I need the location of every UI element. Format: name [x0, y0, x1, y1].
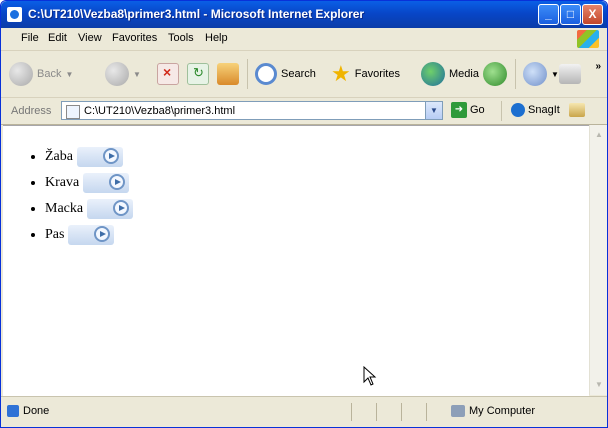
refresh-button[interactable]: ↻	[187, 59, 209, 89]
menu-favorites[interactable]: Favorites	[112, 32, 157, 44]
menu-edit[interactable]: Edit	[48, 32, 67, 44]
status-panel	[426, 403, 451, 421]
sound-player[interactable]	[83, 172, 130, 193]
forward-arrow-icon	[105, 62, 129, 86]
search-label: Search	[281, 68, 316, 80]
maximize-button[interactable]: □	[560, 4, 581, 25]
menu-tools[interactable]: Tools	[168, 32, 194, 44]
snagit-window-icon[interactable]	[569, 103, 585, 117]
address-bar: Address C:\UT210\Vezba8\primer3.html ▼ ➜…	[1, 98, 607, 125]
scroll-up-icon[interactable]: ▲	[592, 128, 606, 142]
snagit-button[interactable]: SnagIt	[511, 103, 560, 117]
go-label: Go	[470, 104, 485, 116]
scroll-down-icon[interactable]: ▼	[592, 378, 606, 392]
menu-view[interactable]: View	[78, 32, 102, 44]
menu-help[interactable]: Help	[205, 32, 228, 44]
stop-icon: ×	[157, 63, 179, 85]
toolbar-separator	[247, 59, 248, 89]
list-item: Macka	[45, 196, 134, 222]
search-icon	[255, 63, 277, 85]
item-label: Macka	[45, 201, 84, 216]
stop-button[interactable]: ×	[157, 59, 179, 89]
mail-icon	[523, 62, 547, 86]
back-arrow-icon	[9, 62, 33, 86]
home-button[interactable]	[217, 59, 239, 89]
menu-bar: File Edit View Favorites Tools Help	[1, 28, 607, 51]
zone-text: My Computer	[469, 405, 536, 417]
favorites-button[interactable]: ★ Favorites	[331, 59, 400, 89]
windows-logo-icon	[577, 30, 599, 48]
minimize-button[interactable]: _	[538, 4, 559, 25]
search-button[interactable]: Search	[255, 59, 316, 89]
sound-player[interactable]	[68, 224, 115, 245]
item-label: Krava	[45, 175, 80, 190]
go-arrow-icon: ➜	[451, 102, 467, 118]
menu-file[interactable]: File	[21, 32, 39, 44]
status-panels	[351, 403, 451, 421]
animal-list: Žaba Krava Macka Pas	[31, 144, 134, 248]
title-bar[interactable]: C:\UT210\Vezba8\primer3.html - Microsoft…	[1, 1, 607, 28]
back-dropdown-icon[interactable]: ▼	[65, 70, 73, 79]
status-left: Done	[7, 405, 49, 417]
sound-player[interactable]	[87, 198, 134, 219]
home-icon	[217, 63, 239, 85]
address-input[interactable]: C:\UT210\Vezba8\primer3.html ▼	[61, 101, 443, 120]
mail-dropdown-icon[interactable]: ▼	[551, 70, 559, 79]
status-panel	[401, 403, 426, 421]
play-icon[interactable]	[94, 225, 111, 242]
status-panel	[351, 403, 376, 421]
zone-indicator: My Computer	[451, 405, 535, 417]
list-item: Žaba	[45, 144, 133, 170]
favorites-star-icon: ★	[331, 61, 351, 86]
mouse-cursor-icon	[363, 366, 377, 386]
go-button[interactable]: ➜ Go	[451, 102, 485, 118]
vertical-scrollbar[interactable]: ▲ ▼	[589, 125, 607, 395]
media-label: Media	[449, 68, 479, 80]
standard-toolbar: Back ▼ ▼ × ↻ Search ★ Favorites Media ▼ …	[1, 51, 607, 98]
snagit-icon	[511, 103, 525, 117]
status-text: Done	[23, 405, 50, 417]
status-panel	[376, 403, 401, 421]
back-button[interactable]: Back ▼	[9, 59, 73, 89]
favorites-label: Favorites	[354, 68, 400, 80]
forward-dropdown-icon[interactable]: ▼	[133, 70, 141, 79]
refresh-icon: ↻	[187, 63, 209, 85]
window-title: C:\UT210\Vezba8\primer3.html - Microsoft…	[28, 7, 365, 21]
toolbar-chevron-icon[interactable]: »	[595, 61, 601, 72]
page-icon	[66, 105, 80, 119]
address-separator	[501, 101, 502, 121]
play-icon[interactable]	[113, 199, 130, 216]
item-label: Pas	[45, 227, 65, 242]
ie-page-icon	[7, 7, 22, 22]
print-icon	[559, 64, 581, 84]
page-content: Žaba Krava Macka Pas	[3, 125, 589, 396]
toolbar-separator	[515, 59, 516, 89]
address-url: C:\UT210\Vezba8\primer3.html	[84, 105, 236, 117]
media-button[interactable]: Media	[421, 59, 479, 89]
address-label: Address	[11, 105, 52, 117]
list-item: Krava	[45, 170, 133, 196]
address-dropdown-icon[interactable]: ▼	[425, 102, 442, 119]
history-button[interactable]	[483, 59, 507, 89]
forward-button[interactable]: ▼	[105, 59, 141, 89]
media-icon	[421, 62, 445, 86]
print-button[interactable]	[559, 59, 581, 89]
mail-button[interactable]: ▼	[523, 59, 559, 89]
ie-status-icon	[7, 405, 19, 417]
ie-window: C:\UT210\Vezba8\primer3.html - Microsoft…	[0, 0, 608, 428]
history-icon	[483, 62, 507, 86]
sound-player[interactable]	[76, 146, 123, 167]
close-button[interactable]: X	[582, 4, 603, 25]
snagit-label: SnagIt	[528, 104, 560, 116]
computer-icon	[451, 405, 465, 417]
item-label: Žaba	[45, 149, 73, 164]
back-label: Back	[37, 68, 62, 80]
status-bar: Done My Computer	[1, 396, 607, 427]
play-icon[interactable]	[102, 147, 119, 164]
list-item: Pas	[45, 222, 133, 248]
play-icon[interactable]	[109, 173, 126, 190]
